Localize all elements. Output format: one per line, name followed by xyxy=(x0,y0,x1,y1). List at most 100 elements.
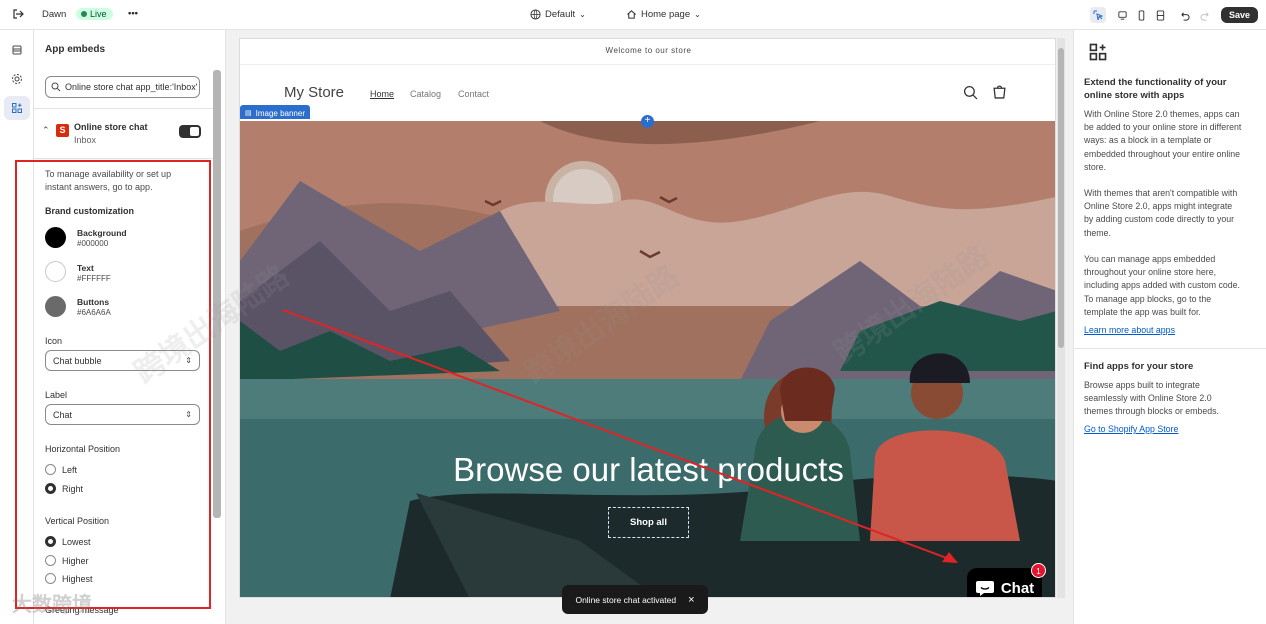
default-selector[interactable]: Default ⌄ xyxy=(530,9,586,20)
text-swatch[interactable] xyxy=(45,261,66,282)
store-logo[interactable]: My Store xyxy=(284,84,344,101)
icon-select[interactable]: Chat bubble ⇕ xyxy=(45,350,200,371)
swatch-value: #6A6A6A xyxy=(77,308,111,317)
chat-unread-badge: 1 xyxy=(1031,563,1046,578)
fullscreen-view-button[interactable] xyxy=(1152,7,1168,23)
app-embeds-button[interactable] xyxy=(4,96,30,120)
radio-right[interactable]: Right xyxy=(45,483,83,494)
chevron-down-icon: ⌄ xyxy=(579,10,586,19)
theme-settings-button[interactable] xyxy=(4,67,30,91)
add-section-button[interactable]: + xyxy=(641,115,654,128)
chat-bubble-icon xyxy=(975,581,994,596)
top-bar: Dawn Live ••• Default ⌄ Home page ⌄ Save xyxy=(0,0,1266,30)
app-store-link[interactable]: Go to Shopify App Store xyxy=(1084,424,1178,434)
app-embeds-panel: App embeds Online store chat app_title:'… xyxy=(34,30,226,624)
label-field-label: Label xyxy=(45,390,68,400)
app-subtitle: Inbox xyxy=(74,135,97,145)
mobile-icon xyxy=(1138,9,1144,21)
learn-more-link[interactable]: Learn more about apps xyxy=(1084,325,1175,335)
hpos-label: Horizontal Position xyxy=(45,444,121,454)
save-button[interactable]: Save xyxy=(1220,7,1258,23)
mobile-view-button[interactable] xyxy=(1133,7,1149,23)
label-select[interactable]: Chat ⇕ xyxy=(45,404,200,425)
help-paragraph: With Online Store 2.0 themes, apps can b… xyxy=(1084,109,1242,172)
hero-heading: Browse our latest products xyxy=(453,451,844,488)
search-icon[interactable] xyxy=(963,85,978,100)
app-logo-icon: S xyxy=(56,124,69,137)
search-icon xyxy=(51,82,61,92)
help-heading: Extend the functionality of your online … xyxy=(1084,77,1227,101)
search-input[interactable]: Online store chat app_title:'Inbox' xyxy=(45,76,200,98)
app-embed-row[interactable]: ⌃ S Online store chat Inbox xyxy=(42,122,210,152)
cart-icon[interactable] xyxy=(992,84,1007,99)
radio-lowest[interactable]: Lowest xyxy=(45,536,91,547)
exit-button[interactable] xyxy=(12,8,24,20)
radio-icon xyxy=(45,555,56,566)
swatch-value: #FFFFFF xyxy=(77,274,111,283)
redo-icon xyxy=(1199,11,1209,21)
desktop-icon xyxy=(1117,10,1127,20)
swatch-label: Background xyxy=(77,228,127,238)
image-banner[interactable]: Browse our latest products Shop all Chat… xyxy=(240,121,1055,597)
theme-name: Dawn xyxy=(42,9,67,20)
radio-highest[interactable]: Highest xyxy=(45,573,93,584)
chevron-down-icon: ⌄ xyxy=(694,10,701,19)
scroll-thumb[interactable] xyxy=(1058,48,1064,348)
divider xyxy=(1074,348,1266,349)
page-selector[interactable]: Home page ⌄ xyxy=(626,9,701,20)
undo-button[interactable] xyxy=(1176,7,1192,23)
more-actions-button[interactable]: ••• xyxy=(128,8,138,19)
divider xyxy=(34,158,214,159)
nav-catalog[interactable]: Catalog xyxy=(410,89,441,99)
brand-heading: Brand customization xyxy=(45,206,135,216)
desktop-view-button[interactable] xyxy=(1114,7,1130,23)
radio-icon xyxy=(45,573,56,584)
sections-icon xyxy=(12,45,22,55)
divider xyxy=(34,108,214,109)
help-heading: Find apps for your store xyxy=(1084,361,1194,372)
chevron-up-icon: ⌃ xyxy=(42,125,50,135)
toast-notification: Online store chat activated × xyxy=(562,585,708,614)
apps-icon xyxy=(12,103,22,113)
background-swatch[interactable] xyxy=(45,227,66,248)
exit-icon xyxy=(13,9,24,19)
vpos-label: Vertical Position xyxy=(45,516,110,526)
radio-higher[interactable]: Higher xyxy=(45,555,89,566)
select-chevron-icon: ⇕ xyxy=(185,356,192,365)
swatch-value: #000000 xyxy=(77,239,109,248)
block-label[interactable]: ▤ Image banner xyxy=(240,105,310,119)
redo-button[interactable] xyxy=(1197,7,1213,23)
gear-icon xyxy=(12,74,22,84)
nav-contact[interactable]: Contact xyxy=(458,89,489,99)
announcement-bar: Welcome to our store xyxy=(240,39,1055,65)
cursor-select-icon xyxy=(1093,10,1103,20)
select-chevron-icon: ⇕ xyxy=(185,410,192,419)
globe-icon xyxy=(530,9,541,20)
help-paragraph: Browse apps built to integrate seamlessl… xyxy=(1084,380,1219,417)
help-paragraph: You can manage apps embedded throughout … xyxy=(1084,254,1240,317)
panel-title: App embeds xyxy=(45,44,106,55)
apps-icon xyxy=(1089,43,1107,61)
intro-text: To manage availability or set up instant… xyxy=(45,169,172,192)
live-dot-icon xyxy=(81,11,87,17)
app-name: Online store chat xyxy=(74,122,148,132)
radio-checked-icon xyxy=(45,483,56,494)
icon-field-label: Icon xyxy=(45,336,63,346)
radio-left[interactable]: Left xyxy=(45,464,77,475)
app-enable-toggle[interactable] xyxy=(179,125,201,138)
sections-button[interactable] xyxy=(4,38,30,62)
swatch-label: Text xyxy=(77,263,94,273)
inspector-button[interactable] xyxy=(1090,7,1106,23)
undo-icon xyxy=(1180,11,1190,21)
buttons-swatch[interactable] xyxy=(45,296,66,317)
radio-checked-icon xyxy=(45,536,56,547)
live-badge: Live xyxy=(76,8,113,20)
help-panel: Extend the functionality of your online … xyxy=(1073,30,1266,624)
section-icon: ▤ xyxy=(245,110,252,117)
preview-scrollbar[interactable] xyxy=(1057,38,1065,598)
left-rail xyxy=(0,30,34,624)
nav-home[interactable]: Home xyxy=(370,89,394,99)
shop-all-button[interactable]: Shop all xyxy=(608,507,689,538)
panel-scrollbar[interactable] xyxy=(213,70,221,518)
close-icon[interactable]: × xyxy=(688,594,694,606)
